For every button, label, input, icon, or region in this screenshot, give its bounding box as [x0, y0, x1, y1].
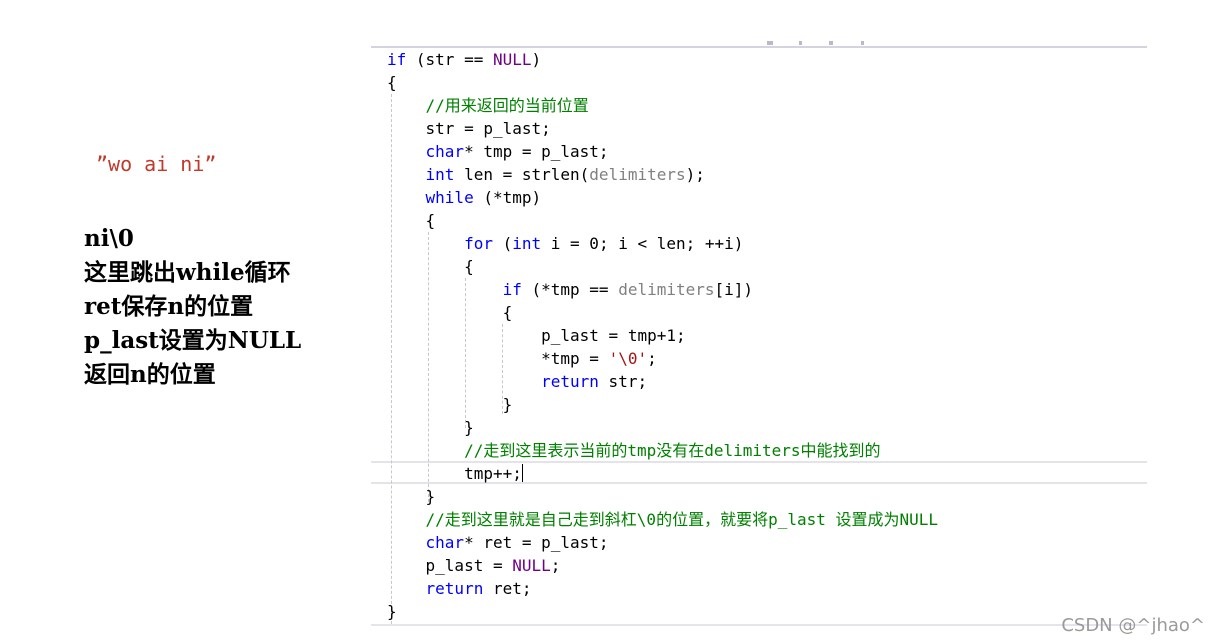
- code-line[interactable]: if (*tmp == delimiters[i]): [387, 278, 938, 301]
- code-token: tmp++;: [387, 464, 522, 483]
- editor-bottom-rule: [371, 624, 1147, 626]
- code-keyword: if: [387, 50, 407, 69]
- code-line[interactable]: return ret;: [387, 577, 938, 600]
- code-token: {: [387, 303, 513, 322]
- code-comment: //走到这里表示当前的tmp没有在delimiters中能找到的: [387, 441, 881, 460]
- code-token: {: [387, 257, 474, 276]
- code-line[interactable]: }: [387, 416, 938, 439]
- code-token: '\0': [608, 349, 648, 368]
- text-caret: [521, 464, 523, 482]
- code-line[interactable]: char* tmp = p_last;: [387, 140, 938, 163]
- code-line[interactable]: //走到这里表示当前的tmp没有在delimiters中能找到的: [387, 439, 938, 462]
- code-token: * tmp = p_last;: [464, 142, 609, 161]
- code-line[interactable]: {: [387, 71, 938, 94]
- code-line[interactable]: while (*tmp): [387, 186, 938, 209]
- code-line[interactable]: //走到这里就是自己走到斜杠\0的位置，就要将p_last 设置成为NULL: [387, 508, 939, 531]
- code-line[interactable]: {: [387, 301, 938, 324]
- annotation-line: 这里跳出while循环: [84, 259, 291, 286]
- watermark: CSDN @^jhao^: [1061, 615, 1205, 636]
- code-line[interactable]: }: [387, 600, 938, 623]
- code-text[interactable]: if (str == NULL) { //用来返回的当前位置 str = p_la…: [387, 48, 938, 623]
- annotation-line: 返回n的位置: [84, 361, 216, 388]
- code-token: ;: [647, 349, 657, 368]
- code-line[interactable]: int len = strlen(delimiters);: [387, 163, 938, 186]
- annotation-line: ret保存n的位置: [84, 293, 254, 320]
- code-token: delimiters: [618, 280, 715, 299]
- code-line[interactable]: tmp++;: [387, 462, 938, 485]
- code-token: );: [685, 165, 705, 184]
- code-token: {: [387, 211, 436, 230]
- code-line[interactable]: {: [387, 255, 938, 278]
- code-line[interactable]: for (int i = 0; i < len; ++i): [387, 232, 938, 255]
- code-line[interactable]: str = p_last;: [387, 117, 938, 140]
- code-line[interactable]: char* ret = p_last;: [387, 531, 938, 554]
- code-keyword: return: [541, 372, 599, 391]
- code-keyword: char: [425, 142, 465, 161]
- annotation-notes: ni\0 这里跳出while循环 ret保存n的位置 p_last设置为NULL…: [84, 222, 301, 392]
- code-token: }: [387, 602, 397, 621]
- code-token: str = p_last;: [387, 119, 551, 138]
- code-token: [i]): [714, 280, 754, 299]
- code-keyword: if: [502, 280, 522, 299]
- code-token: delimiters: [589, 165, 686, 184]
- annotation-quote: ”wo ai ni”: [96, 152, 217, 176]
- code-token: NULL: [492, 50, 532, 69]
- code-token: (*tmp): [473, 188, 542, 207]
- code-line[interactable]: }: [387, 485, 938, 508]
- code-keyword: int: [512, 234, 542, 253]
- code-keyword: char: [425, 533, 465, 552]
- code-token: len = strlen(: [454, 165, 590, 184]
- code-comment: //走到这里就是自己走到斜杠\0的位置，就要将p_last 设置成为NULL: [387, 510, 939, 529]
- code-token: {: [387, 73, 397, 92]
- code-token: (: [492, 234, 513, 253]
- code-comment: //用来返回的当前位置: [387, 96, 589, 115]
- code-token: (str ==: [406, 50, 493, 69]
- code-line[interactable]: return str;: [387, 370, 938, 393]
- code-editor[interactable]: if (str == NULL) { //用来返回的当前位置 str = p_la…: [371, 38, 1147, 626]
- code-token: p_last =: [387, 556, 513, 575]
- code-token: i = 0; i < len; ++i): [541, 234, 744, 253]
- annotation-line: p_last设置为NULL: [84, 327, 302, 354]
- code-keyword: int: [425, 165, 455, 184]
- code-token: }: [387, 395, 513, 414]
- code-line[interactable]: *tmp = '\0';: [387, 347, 938, 370]
- code-keyword: return: [425, 579, 484, 598]
- code-token: }: [387, 418, 474, 437]
- code-token: (*tmp ==: [521, 280, 619, 299]
- code-token: NULL: [512, 556, 551, 575]
- code-line[interactable]: }: [387, 393, 938, 416]
- code-token: str;: [598, 372, 648, 391]
- code-keyword: while: [425, 188, 474, 207]
- code-token: *tmp =: [387, 349, 609, 368]
- code-token: ret;: [483, 579, 532, 598]
- code-line[interactable]: //用来返回的当前位置: [387, 94, 938, 117]
- annotation-line: ni\0: [84, 225, 134, 252]
- code-token: * ret = p_last;: [464, 533, 609, 552]
- code-line[interactable]: if (str == NULL): [387, 48, 938, 71]
- code-line[interactable]: p_last = tmp+1;: [387, 324, 938, 347]
- code-token: ;: [550, 556, 561, 575]
- code-token: }: [387, 487, 436, 506]
- code-line[interactable]: p_last = NULL;: [387, 554, 938, 577]
- code-token: p_last = tmp+1;: [387, 326, 686, 345]
- code-keyword: for: [464, 234, 493, 253]
- code-token: ): [531, 50, 542, 69]
- code-line[interactable]: {: [387, 209, 938, 232]
